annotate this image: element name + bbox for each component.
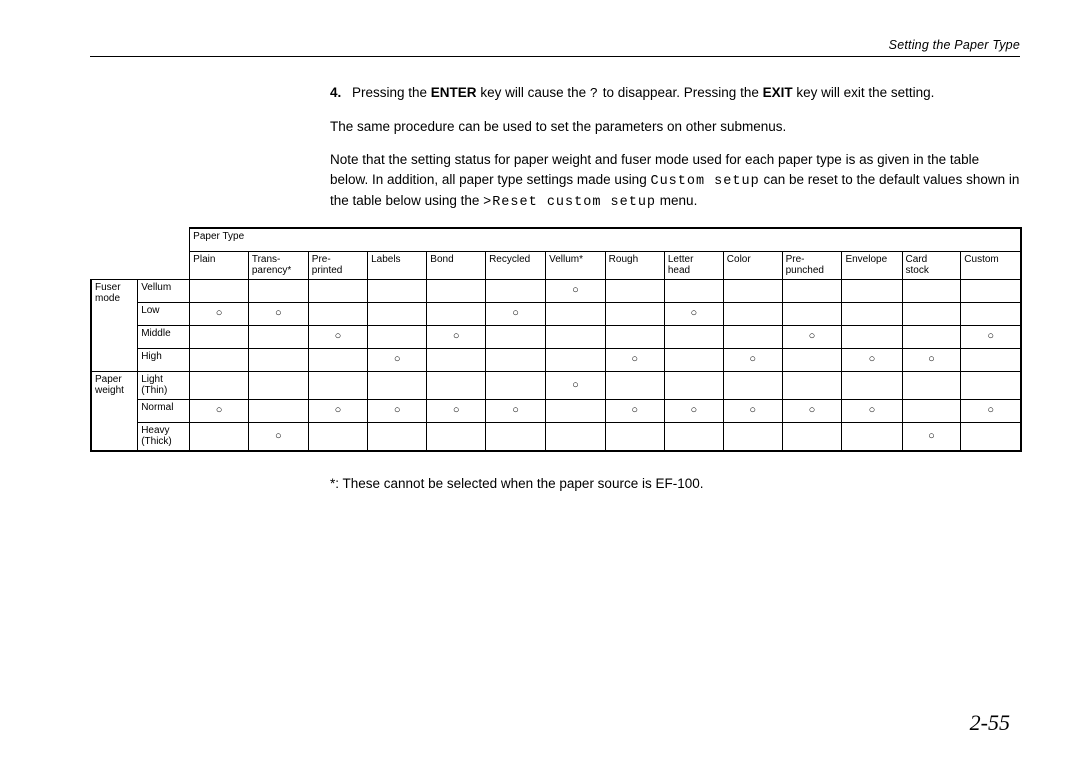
section-title: Setting the Paper Type bbox=[90, 38, 1020, 57]
row-weight-light: Paperweight Light(Thin) ○ bbox=[91, 371, 1021, 399]
question-glyph: ? bbox=[590, 87, 599, 102]
key-exit: EXIT bbox=[763, 85, 793, 100]
column-headers: Plain Trans-parency* Pre-printed Labels … bbox=[91, 251, 1021, 279]
col-labels: Labels bbox=[368, 251, 427, 279]
rowlabel-low: Low bbox=[138, 302, 190, 325]
row-weight-heavy: Heavy(Thick) ○○ bbox=[91, 422, 1021, 451]
t: to disappear. Pressing the bbox=[599, 85, 763, 100]
col-transparency: Trans-parency* bbox=[248, 251, 308, 279]
col-custom: Custom bbox=[961, 251, 1021, 279]
rowlabel-vellum: Vellum bbox=[138, 279, 190, 302]
t: key will cause the bbox=[477, 85, 590, 100]
paragraph-1: The same procedure can be used to set th… bbox=[330, 117, 1020, 137]
paper-type-table: Paper Type Plain Trans-parency* Pre-prin… bbox=[90, 227, 1022, 452]
col-envelope: Envelope bbox=[842, 251, 902, 279]
group-fuser-mode: Fusermode bbox=[91, 279, 138, 371]
mono-reset-custom-setup: >Reset custom setup bbox=[483, 195, 656, 210]
step-text: Pressing the ENTER key will cause the ? … bbox=[352, 83, 1020, 105]
col-bond: Bond bbox=[427, 251, 486, 279]
step-number: 4. bbox=[330, 83, 352, 105]
col-vellum: Vellum* bbox=[546, 251, 606, 279]
row-fuser-low: Low ○○○○ bbox=[91, 302, 1021, 325]
col-plain: Plain bbox=[190, 251, 249, 279]
col-prepunched: Pre-punched bbox=[782, 251, 842, 279]
key-enter: ENTER bbox=[431, 85, 477, 100]
col-cardstock: Cardstock bbox=[902, 251, 961, 279]
table-header-title: Paper Type bbox=[190, 228, 1021, 252]
row-fuser-middle: Middle ○○○○ bbox=[91, 325, 1021, 348]
t: key will exit the setting. bbox=[793, 85, 935, 100]
t: menu. bbox=[656, 193, 697, 208]
paragraph-2: Note that the setting status for paper w… bbox=[330, 150, 1020, 213]
footnote: *: These cannot be selected when the pap… bbox=[330, 476, 1020, 491]
rowlabel-normal: Normal bbox=[138, 399, 190, 422]
rowlabel-high: High bbox=[138, 348, 190, 371]
group-paper-weight: Paperweight bbox=[91, 371, 138, 451]
col-recycled: Recycled bbox=[486, 251, 546, 279]
mono-custom-setup: Custom setup bbox=[650, 174, 759, 189]
rowlabel-heavy: Heavy(Thick) bbox=[138, 422, 190, 451]
step-4: 4. Pressing the ENTER key will cause the… bbox=[330, 83, 1020, 105]
row-fuser-vellum: Fusermode Vellum ○ bbox=[91, 279, 1021, 302]
rowlabel-light: Light(Thin) bbox=[138, 371, 190, 399]
col-letterhead: Letterhead bbox=[664, 251, 723, 279]
col-color: Color bbox=[723, 251, 782, 279]
page-number: 2-55 bbox=[970, 710, 1010, 736]
col-rough: Rough bbox=[605, 251, 664, 279]
row-weight-normal: Normal ○○○○○○○○○○○ bbox=[91, 399, 1021, 422]
t: Pressing the bbox=[352, 85, 431, 100]
row-fuser-high: High ○○○○○ bbox=[91, 348, 1021, 371]
col-preprinted: Pre-printed bbox=[308, 251, 367, 279]
rowlabel-middle: Middle bbox=[138, 325, 190, 348]
